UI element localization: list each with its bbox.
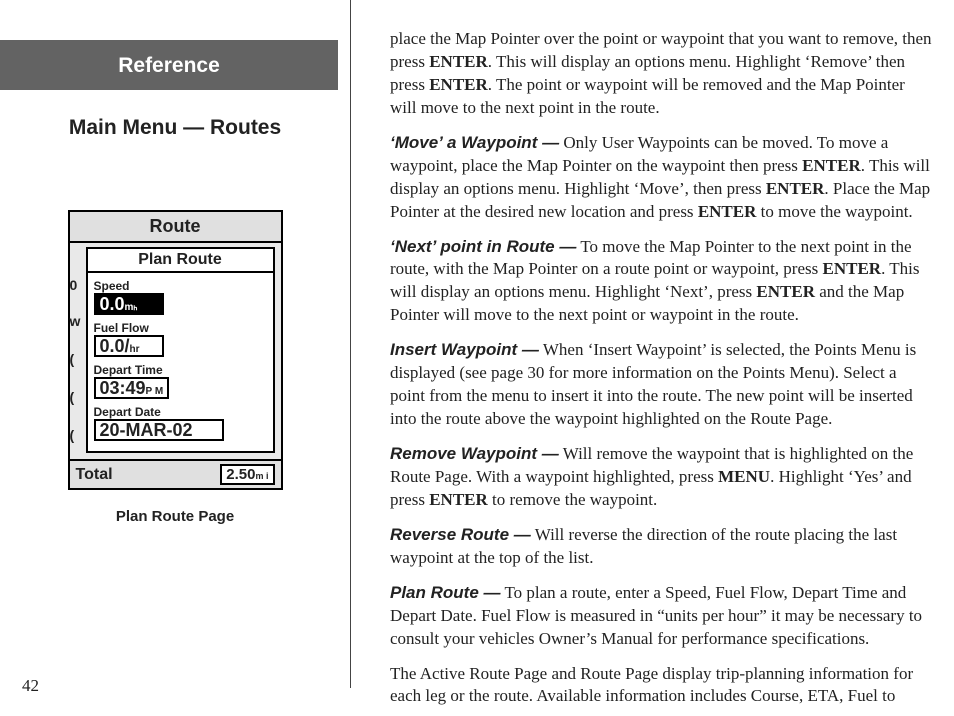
paragraph: Remove Waypoint — Will remove the waypoi…: [390, 443, 932, 512]
device-screenshot: Route Plan Route 0 w ( ( ( Speed 0.0mₕ F…: [68, 210, 283, 525]
depart-time-value: 03:49P M: [94, 377, 170, 399]
paragraph: Plan Route — To plan a route, enter a Sp…: [390, 582, 932, 651]
fuel-flow-label: Fuel Flow: [94, 321, 267, 335]
depart-date-value: 20-MAR-02: [94, 419, 224, 441]
sidebar-tab: Reference: [0, 40, 338, 90]
screenshot-caption: Plan Route Page: [68, 508, 283, 525]
side-marker: (: [70, 387, 81, 425]
footer-total-label: Total: [76, 466, 113, 484]
device-subtitle: Plan Route: [86, 247, 275, 271]
keyword-reverse: Reverse Route —: [390, 525, 531, 544]
paragraph: place the Map Pointer over the point or …: [390, 28, 932, 120]
paragraph: Reverse Route — Will reverse the directi…: [390, 524, 932, 570]
page-number: 42: [22, 676, 39, 696]
side-marker-0: 0: [70, 273, 81, 311]
paragraph: The Active Route Page and Route Page dis…: [390, 663, 932, 709]
keyword-plan: Plan Route —: [390, 583, 501, 602]
footer-total-value: 2.50m i: [220, 464, 274, 485]
speed-value: 0.0mₕ: [94, 293, 164, 315]
keyword-next: ‘Next’ point in Route —: [390, 237, 576, 256]
keyword-insert: Insert Waypoint —: [390, 340, 539, 359]
paragraph: ‘Move’ a Waypoint — Only User Waypoints …: [390, 132, 932, 224]
device-title: Route: [70, 212, 281, 243]
fuel-flow-value: 0.0/hr: [94, 335, 164, 357]
side-marker: (: [70, 349, 81, 387]
depart-date-label: Depart Date: [94, 405, 267, 419]
depart-time-label: Depart Time: [94, 363, 267, 377]
body-text: place the Map Pointer over the point or …: [350, 0, 954, 716]
paragraph: ‘Next’ point in Route — To move the Map …: [390, 236, 932, 328]
speed-label: Speed: [94, 279, 267, 293]
section-title: Main Menu — Routes: [30, 116, 320, 140]
side-marker: (: [70, 425, 81, 463]
side-marker-w: w: [70, 311, 81, 349]
keyword-remove: Remove Waypoint —: [390, 444, 559, 463]
keyword-move: ‘Move’ a Waypoint —: [390, 133, 559, 152]
paragraph: Insert Waypoint — When ‘Insert Waypoint’…: [390, 339, 932, 431]
